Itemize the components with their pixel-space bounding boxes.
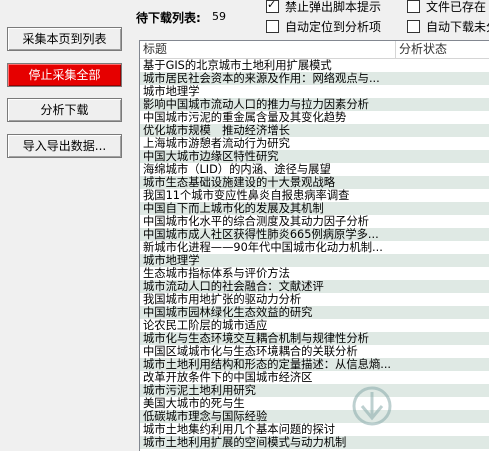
auto-download-checkbox[interactable]: 自动下载未分: [407, 20, 489, 34]
row-title: 上海城市游憩者流动行为研究: [143, 137, 290, 150]
table-row[interactable]: 我国11个城市变应性鼻炎自报患病率调查: [140, 189, 489, 202]
auto-locate-checkbox[interactable]: 自动定位到分析项: [266, 20, 381, 34]
checkbox-icon: [266, 20, 279, 33]
row-title: 城市流动人口的社会融合：文献述评: [143, 280, 324, 293]
analyze-download-button[interactable]: 分析下载: [7, 98, 122, 122]
row-title: 新城市化进程——90年代中国城市化动力机制...: [143, 241, 383, 254]
table-row[interactable]: 城市土地利用结构和形态的定量描述：从信息熵...: [140, 358, 489, 371]
auto-download-label: 自动下载未分: [426, 20, 489, 34]
list-rows: 基于GIS的北京城市土地利用扩展模式 城市居民社会资本的来源及作用：网络观点与..…: [140, 59, 489, 449]
checkbox-checked-icon: [266, 0, 279, 13]
row-title: 城市生态基础设施建设的十大景观战略: [143, 176, 336, 189]
table-row[interactable]: 城市居民社会资本的来源及作用：网络观点与...: [140, 72, 489, 85]
download-list[interactable]: 标题 分析状态 基于GIS的北京城市土地利用扩展模式 城市居民社会资本的来源及作用…: [139, 40, 489, 451]
file-exists-label: 文件已存在: [426, 0, 487, 14]
row-title: 城市土地利用结构和形态的定量描述：从信息熵...: [143, 358, 392, 371]
table-row[interactable]: 中国大城市边缘区特性研究: [140, 150, 489, 163]
table-row[interactable]: 上海城市游憩者流动行为研究: [140, 137, 489, 150]
table-row[interactable]: 优化城市规模 推动经济增长: [140, 124, 489, 137]
row-title: 中国城市成人社区获得性肺炎665例病原学多...: [143, 228, 379, 241]
table-row[interactable]: 生态城市指标体系与评价方法: [140, 267, 489, 280]
table-row[interactable]: 新城市化进程——90年代中国城市化动力机制...: [140, 241, 489, 254]
table-row[interactable]: 基于GIS的北京城市土地利用扩展模式: [140, 59, 489, 72]
row-title: 影响中国城市流动人口的推力与拉力因素分析: [143, 98, 369, 111]
row-title: 城市地理学: [143, 85, 200, 98]
table-row[interactable]: 改革开放条件下的中国城市经济区: [140, 371, 489, 384]
row-title: 中国自下而上城市化的发展及其机制: [143, 202, 324, 215]
column-header-status[interactable]: 分析状态: [396, 41, 489, 58]
table-row[interactable]: 我国城市用地扩张的驱动力分析: [140, 293, 489, 306]
table-row[interactable]: 城市流动人口的社会融合：文献述评: [140, 280, 489, 293]
row-title: 海绵城市（LID）的内涵、途径与展望: [143, 163, 331, 176]
row-title: 中国大城市边缘区特性研究: [143, 150, 279, 163]
table-row[interactable]: 中国城市成人社区获得性肺炎665例病原学多...: [140, 228, 489, 241]
table-row[interactable]: 中国城市化水平的综合测度及其动力因子分析: [140, 215, 489, 228]
row-title: 中国城市化水平的综合测度及其动力因子分析: [143, 215, 369, 228]
row-title: 基于GIS的北京城市土地利用扩展模式: [143, 59, 332, 72]
disable-popup-label: 禁止弹出脚本提示: [285, 0, 382, 14]
row-title: 中国城市污泥的重金属含量及其变化趋势: [143, 111, 347, 124]
row-title: 我国城市用地扩张的驱动力分析: [143, 293, 302, 306]
table-row[interactable]: 城市化与生态环境交互耦合机制与规律性分析: [140, 332, 489, 345]
table-row[interactable]: 低碳城市理念与国际经验: [140, 410, 489, 423]
table-row[interactable]: 城市土地集约利用几个基本问题的探讨: [140, 423, 489, 436]
stop-collect-button[interactable]: 停止采集全部: [7, 63, 122, 87]
row-title: 城市化与生态环境交互耦合机制与规律性分析: [143, 332, 369, 345]
file-exists-checkbox[interactable]: 文件已存在: [407, 0, 486, 14]
row-title: 城市土地集约利用几个基本问题的探讨: [143, 423, 336, 436]
row-title: 论农民工阶层的城市适应: [143, 319, 268, 332]
row-title: 中国区域城市化与生态环境耦合的关联分析: [143, 345, 358, 358]
table-row[interactable]: 中国区域城市化与生态环境耦合的关联分析: [140, 345, 489, 358]
column-header-title[interactable]: 标题: [140, 41, 396, 58]
row-title: 我国11个城市变应性鼻炎自报患病率调查: [143, 189, 350, 202]
row-title: 生态城市指标体系与评价方法: [143, 267, 290, 280]
table-row[interactable]: 中国城市污泥的重金属含量及其变化趋势: [140, 111, 489, 124]
table-row[interactable]: 城市生态基础设施建设的十大景观战略: [140, 176, 489, 189]
table-row[interactable]: 中国城市园林绿化生态效益的研究: [140, 306, 489, 319]
row-title: 低碳城市理念与国际经验: [143, 410, 268, 423]
table-row[interactable]: 城市地理学: [140, 85, 489, 98]
row-title: 优化城市规模 推动经济增长: [143, 124, 290, 137]
table-row[interactable]: 城市土地利用扩展的空间模式与动力机制: [140, 436, 489, 449]
auto-locate-label: 自动定位到分析项: [285, 20, 382, 34]
collect-page-button[interactable]: 采集本页到列表: [7, 27, 122, 51]
disable-popup-checkbox[interactable]: 禁止弹出脚本提示: [266, 0, 381, 14]
checkbox-icon: [407, 20, 420, 33]
row-title: 城市地理学: [143, 254, 200, 267]
table-row[interactable]: 影响中国城市流动人口的推力与拉力因素分析: [140, 98, 489, 111]
checkbox-icon: [407, 0, 420, 13]
queue-label: 待下载列表:: [136, 11, 201, 25]
row-title: 美国大城市的死与生: [143, 397, 245, 410]
row-title: 城市污泥土地利用研究: [143, 384, 256, 397]
row-title: 中国城市园林绿化生态效益的研究: [143, 306, 313, 319]
table-row[interactable]: 海绵城市（LID）的内涵、途径与展望: [140, 163, 489, 176]
table-row[interactable]: 美国大城市的死与生: [140, 397, 489, 410]
import-export-button[interactable]: 导入导出数据...: [7, 134, 122, 158]
table-row[interactable]: 中国自下而上城市化的发展及其机制: [140, 202, 489, 215]
list-header: 标题 分析状态: [140, 41, 489, 59]
row-title: 城市土地利用扩展的空间模式与动力机制: [143, 436, 347, 449]
queue-count: 59: [212, 10, 226, 23]
table-row[interactable]: 论农民工阶层的城市适应: [140, 319, 489, 332]
row-title: 城市居民社会资本的来源及作用：网络观点与...: [143, 72, 380, 85]
table-row[interactable]: 城市地理学: [140, 254, 489, 267]
row-title: 改革开放条件下的中国城市经济区: [143, 371, 313, 384]
table-row[interactable]: 城市污泥土地利用研究: [140, 384, 489, 397]
